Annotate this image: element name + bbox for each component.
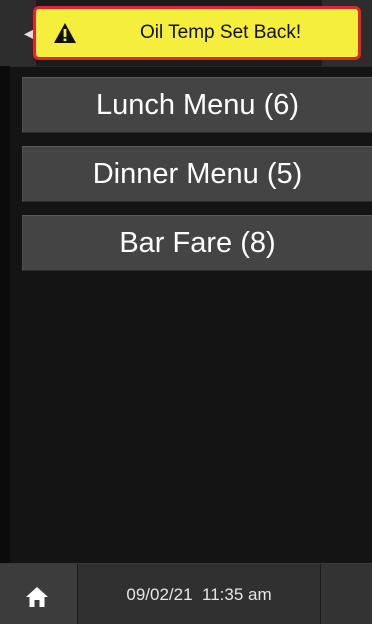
home-icon [26, 587, 48, 607]
alert-banner[interactable]: Oil Temp Set Back! [33, 6, 361, 60]
bottom-bar: 09/02/21 11:35 am [0, 563, 372, 624]
menu-button-lunch[interactable]: Lunch Menu (6) [22, 77, 372, 133]
home-button[interactable] [0, 564, 78, 624]
alert-message: Oil Temp Set Back! [140, 22, 302, 43]
warning-triangle-icon [54, 23, 76, 43]
top-bar: ◀ Oil Temp Set Back! [0, 0, 372, 67]
left-edge-strip [0, 66, 10, 564]
menu-selection-screen: ◀ Oil Temp Set Back! Lunch Menu (6) Dinn… [0, 0, 372, 624]
menu-button-bar-fare[interactable]: Bar Fare (8) [22, 215, 372, 271]
back-button[interactable]: ◀ [0, 0, 36, 66]
bottom-right-button[interactable] [321, 564, 372, 624]
datetime-display: 09/02/21 11:35 am [78, 564, 321, 624]
menu-button-dinner[interactable]: Dinner Menu (5) [22, 146, 372, 202]
